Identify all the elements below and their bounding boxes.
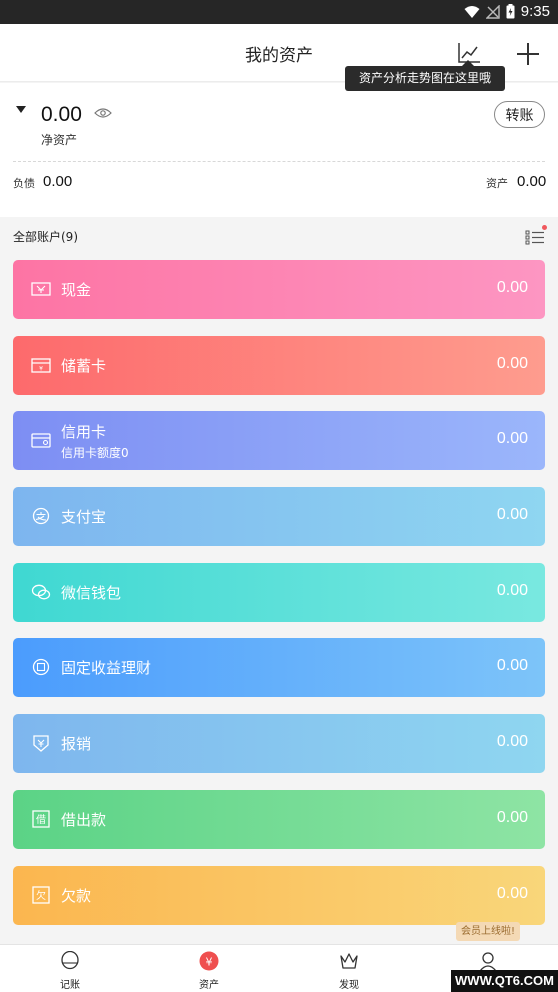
nav-label: 资产	[199, 980, 219, 991]
credit-card-icon	[31, 433, 51, 448]
add-icon[interactable]	[515, 41, 541, 67]
account-value: 0.00	[496, 506, 528, 523]
status-bar: 9:35	[0, 0, 558, 24]
eye-icon[interactable]	[94, 107, 112, 119]
asset-summary: 0.00 净资产 转账 负债 0.00 资产 0.00	[0, 83, 558, 217]
collapse-toggle-icon[interactable]	[16, 106, 26, 113]
battery-icon	[506, 4, 515, 19]
svg-text:¥: ¥	[39, 366, 43, 373]
member-badge: 会员上线啦!	[456, 922, 521, 941]
bookkeeping-icon	[61, 951, 79, 970]
asset-label: 资产	[486, 177, 508, 190]
fixed-income-icon	[32, 658, 50, 676]
account-value: 0.00	[496, 355, 528, 372]
account-name: 现金	[61, 281, 92, 299]
account-card-debt[interactable]: 欠 欠款 0.00	[13, 866, 545, 925]
nav-assets[interactable]: ¥ 资产	[169, 945, 249, 992]
account-value: 0.00	[496, 885, 528, 902]
loan-out-icon: 借	[32, 810, 50, 828]
nav-label: 发现	[339, 980, 359, 991]
account-value: 0.00	[496, 657, 528, 674]
all-accounts-heading: 全部账户(9)	[13, 230, 78, 244]
watermark: WWW.QT6.COM	[451, 970, 558, 992]
asset-value: 0.00	[517, 173, 547, 190]
net-asset-value: 0.00	[41, 103, 82, 126]
signal-icon	[485, 4, 500, 19]
account-card-cash[interactable]: 现金 0.00	[13, 260, 545, 319]
account-name: 信用卡	[61, 423, 107, 441]
account-value: 0.00	[496, 279, 528, 296]
account-card-credit[interactable]: 信用卡 信用卡额度0 0.00	[13, 411, 545, 470]
status-icons: 9:35	[464, 3, 550, 20]
net-asset-label: 净资产	[41, 133, 78, 147]
list-view-icon[interactable]	[525, 225, 547, 246]
cash-icon	[31, 282, 51, 296]
reimburse-icon	[33, 735, 49, 752]
divider	[13, 161, 545, 162]
account-card-reimburse[interactable]: 报销 0.00	[13, 714, 545, 773]
account-name: 欠款	[61, 887, 92, 905]
debt-icon: 欠	[32, 886, 50, 904]
account-name: 报销	[61, 735, 92, 753]
assets-icon: ¥	[199, 951, 219, 971]
debt-label: 负债	[13, 177, 35, 190]
account-name: 借出款	[61, 811, 107, 829]
account-name: 储蓄卡	[61, 357, 107, 375]
account-value: 0.00	[496, 809, 528, 826]
svg-text:欠: 欠	[36, 889, 46, 902]
account-value: 0.00	[496, 582, 528, 599]
savings-card-icon: ¥	[31, 358, 51, 373]
notification-dot	[542, 225, 547, 230]
wifi-icon	[464, 5, 480, 18]
discover-icon	[340, 953, 358, 969]
clock: 9:35	[520, 3, 550, 20]
alipay-icon	[32, 507, 50, 525]
svg-text:¥: ¥	[206, 956, 213, 969]
nav-bookkeeping[interactable]: 记账	[30, 945, 110, 992]
account-card-savings[interactable]: ¥ 储蓄卡 0.00	[13, 336, 545, 395]
chart-tooltip: 资产分析走势图在这里哦	[345, 60, 506, 91]
account-name: 支付宝	[61, 508, 107, 526]
wechat-icon	[31, 584, 51, 600]
account-card-alipay[interactable]: 支付宝 0.00	[13, 487, 545, 546]
account-card-wechat[interactable]: 微信钱包 0.00	[13, 563, 545, 622]
nav-discover[interactable]: 发现	[309, 945, 389, 992]
transfer-button[interactable]: 转账	[494, 101, 545, 128]
profile-icon	[479, 952, 497, 971]
account-value: 0.00	[496, 430, 528, 447]
credit-limit: 信用卡额度0	[61, 446, 129, 460]
account-card-loan-out[interactable]: 借 借出款 0.00	[13, 790, 545, 849]
debt-value: 0.00	[43, 173, 73, 190]
account-name: 微信钱包	[61, 584, 122, 602]
account-value: 0.00	[496, 733, 528, 750]
account-name: 固定收益理财	[61, 659, 152, 677]
nav-label: 记账	[60, 980, 80, 991]
account-card-fixed-income[interactable]: 固定收益理财 0.00	[13, 638, 545, 697]
svg-text:借: 借	[36, 814, 46, 826]
